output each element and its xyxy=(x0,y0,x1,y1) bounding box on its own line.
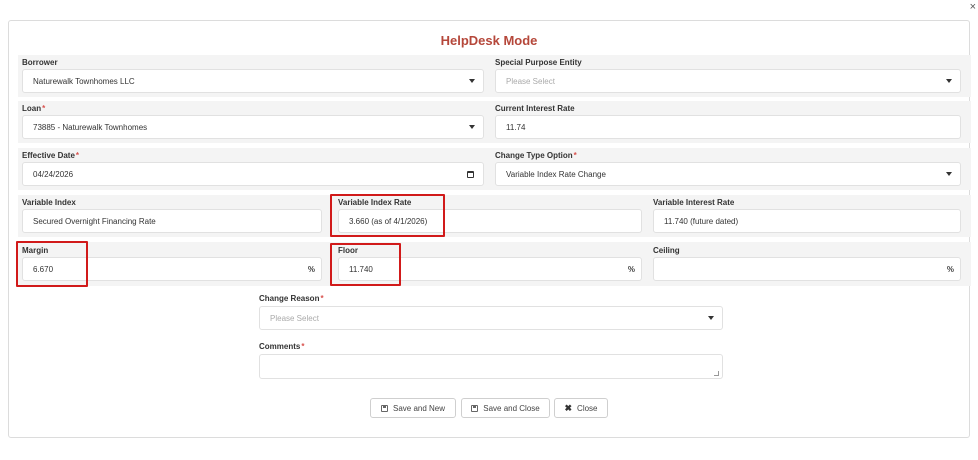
ceiling-field: Ceiling % xyxy=(653,246,961,290)
percent-suffix: % xyxy=(307,265,315,274)
borrower-value: Naturewalk Townhomes LLC xyxy=(33,76,135,86)
effective-date-input[interactable]: 04/24/2026 xyxy=(22,162,484,186)
spe-placeholder: Please Select xyxy=(506,76,555,86)
change-reason-placeholder: Please Select xyxy=(270,313,319,323)
save-and-new-label: Save and New xyxy=(392,403,446,413)
chevron-down-icon xyxy=(946,172,952,176)
page-title: HelpDesk Mode xyxy=(440,33,538,48)
chevron-down-icon xyxy=(946,79,952,83)
change-type-value: Variable Index Rate Change xyxy=(506,169,606,179)
save-icon xyxy=(471,404,479,412)
borrower-select[interactable]: Naturewalk Townhomes LLC xyxy=(22,69,484,93)
close-icon: ✖ xyxy=(564,402,573,413)
current-rate-label: Current Interest Rate xyxy=(495,104,575,113)
percent-suffix: % xyxy=(946,265,954,274)
highlight-variable-index-rate xyxy=(330,194,445,237)
save-and-close-label: Save and Close xyxy=(483,403,540,413)
loan-field: Loan* 73885 - Naturewalk Townhomes xyxy=(22,104,484,148)
spe-select[interactable]: Please Select xyxy=(495,69,961,93)
close-button[interactable]: ✖ Close xyxy=(554,398,608,418)
variable-index-value: Secured Overnight Financing Rate xyxy=(33,216,156,226)
loan-select[interactable]: 73885 - Naturewalk Townhomes xyxy=(22,115,484,139)
comments-textarea[interactable] xyxy=(259,354,723,379)
highlight-margin xyxy=(16,241,88,287)
current-rate-input[interactable]: 11.74 xyxy=(495,115,961,139)
effective-date-value: 04/24/2026 xyxy=(33,169,74,179)
variable-index-label: Variable Index xyxy=(22,198,76,207)
loan-label: Loan* xyxy=(22,104,46,113)
ceiling-input[interactable]: % xyxy=(653,257,961,281)
save-and-close-button[interactable]: Save and Close xyxy=(461,398,550,418)
borrower-field: Borrower Naturewalk Townhomes LLC xyxy=(22,58,484,102)
spe-label: Special Purpose Entity xyxy=(495,58,582,67)
change-reason-select[interactable]: Please Select xyxy=(259,306,723,330)
effective-date-field: Effective Date* 04/24/2026 xyxy=(22,151,484,195)
window-close-icon[interactable]: × xyxy=(970,2,976,13)
calendar-icon[interactable] xyxy=(467,171,474,178)
chevron-down-icon xyxy=(469,125,475,129)
current-rate-field: Current Interest Rate 11.74 xyxy=(495,104,961,148)
resize-handle-icon[interactable] xyxy=(714,371,719,376)
save-icon xyxy=(380,404,388,412)
current-rate-value: 11.74 xyxy=(506,122,526,132)
variable-interest-rate-label: Variable Interest Rate xyxy=(653,198,735,207)
change-type-label: Change Type Option* xyxy=(495,151,577,160)
highlight-floor xyxy=(330,243,401,286)
variable-index-input: Secured Overnight Financing Rate xyxy=(22,209,322,233)
ceiling-label: Ceiling xyxy=(653,246,680,255)
change-type-field: Change Type Option* Variable Index Rate … xyxy=(495,151,961,195)
borrower-label: Borrower xyxy=(22,58,58,67)
change-type-select[interactable]: Variable Index Rate Change xyxy=(495,162,961,186)
percent-suffix: % xyxy=(627,265,635,274)
variable-interest-rate-input: 11.740 (future dated) xyxy=(653,209,961,233)
change-reason-label: Change Reason* xyxy=(259,294,324,303)
variable-index-field: Variable Index Secured Overnight Financi… xyxy=(22,198,322,242)
comments-label: Comments* xyxy=(259,342,305,351)
save-and-new-button[interactable]: Save and New xyxy=(370,398,456,418)
chevron-down-icon xyxy=(469,79,475,83)
comments-field: Comments* xyxy=(259,342,723,382)
effective-date-label: Effective Date* xyxy=(22,151,80,160)
change-reason-field: Change Reason* Please Select xyxy=(259,294,723,338)
variable-interest-rate-field: Variable Interest Rate 11.740 (future da… xyxy=(653,198,961,242)
spe-field: Special Purpose Entity Please Select xyxy=(495,58,961,102)
close-label: Close xyxy=(577,403,598,413)
variable-interest-rate-value: 11.740 (future dated) xyxy=(664,216,739,226)
loan-value: 73885 - Naturewalk Townhomes xyxy=(33,122,148,132)
chevron-down-icon xyxy=(708,316,714,320)
